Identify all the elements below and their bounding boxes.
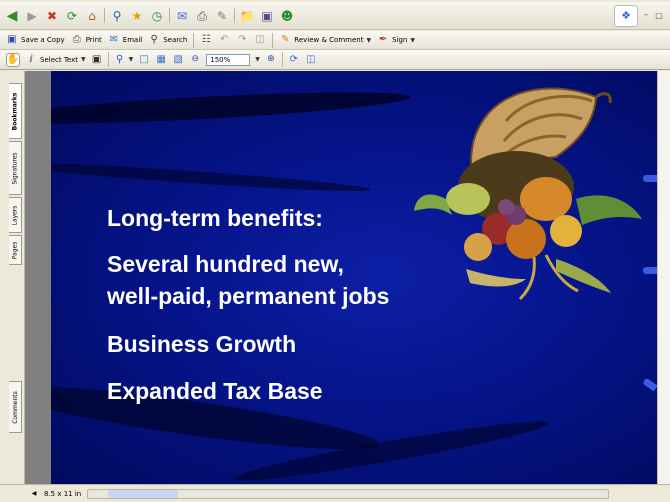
vertical-scrollbar[interactable] — [657, 71, 670, 484]
printer-icon: ⎙ — [72, 34, 81, 45]
review-comment-icon: ✎ — [281, 34, 290, 45]
slide-bullet-jobs-line2: well-paid, permanent jobs — [107, 283, 390, 309]
folder-icon[interactable]: 📁 — [239, 8, 255, 24]
rotate-icon[interactable]: ⟳ — [288, 54, 300, 66]
search-button[interactable]: ⚲ Search — [148, 34, 188, 46]
chevron-down-icon: ▼ — [80, 56, 86, 63]
reader-toolbar: ▣ Save a Copy ⎙ Print ✉ Email ⚲ Search ☷… — [0, 31, 670, 50]
zoom-tool-button[interactable]: ⚲ ▼ — [114, 53, 134, 66]
page-size-label: 8.5 x 11 in — [44, 489, 82, 498]
favorites-star-icon[interactable]: ★ — [129, 8, 145, 24]
tab-bookmarks-label: Bookmarks — [11, 92, 19, 130]
zoom-dropdown-icon[interactable]: ▼ — [255, 56, 260, 63]
slide-bullet-jobs-line1: Several hundred new, — [107, 251, 344, 277]
messenger-icon[interactable]: ☻ — [279, 8, 295, 24]
printer-icon[interactable]: ⎙ — [194, 8, 210, 24]
email-label: Email — [122, 36, 143, 44]
search-label: Search — [163, 36, 188, 44]
separator — [234, 8, 235, 23]
windows-logo-icon: ❖ — [614, 4, 638, 27]
back-icon[interactable]: ◀ — [4, 8, 20, 24]
scrollbar-thumb[interactable] — [108, 489, 179, 498]
separator — [193, 32, 195, 48]
tab-pages[interactable]: Pages — [9, 235, 22, 265]
snapshot-icon[interactable]: ▣ — [91, 54, 103, 66]
fit-width-icon[interactable]: ▧ — [172, 54, 184, 66]
refresh-icon[interactable]: ⟳ — [64, 8, 80, 24]
print-button[interactable]: ⎙ Print — [71, 34, 102, 46]
chevron-down-icon: ▼ — [410, 36, 415, 44]
decorative-swoosh — [51, 86, 412, 130]
cornucopia-image — [414, 87, 642, 301]
tab-layers[interactable]: Layers — [9, 197, 22, 233]
select-text-button[interactable]: ⅈ Select Text ▼ — [25, 53, 86, 66]
search-icon[interactable]: ⚲ — [109, 8, 125, 24]
page-size-arrow-icon: ◀ — [31, 489, 37, 497]
window-controls: ❖ – □ — [614, 4, 664, 27]
pen-icon: ✒ — [378, 34, 388, 45]
email-button[interactable]: ✉ Email — [108, 34, 143, 46]
separator — [272, 32, 274, 48]
save-copy-label: Save a Copy — [21, 36, 65, 44]
separator — [107, 52, 109, 67]
stop-icon[interactable]: ✖ — [44, 8, 60, 24]
review-comment-button[interactable]: ✎ Review & Comment ▼ — [279, 34, 371, 46]
tab-signatures[interactable]: Signatures — [9, 141, 22, 195]
mail-icon[interactable]: ✉ — [174, 8, 190, 24]
copy-icon[interactable]: ◫ — [254, 34, 266, 46]
edit-icon[interactable]: ✎ — [214, 8, 230, 24]
sign-button[interactable]: ✒ Sign ▼ — [377, 34, 415, 46]
sign-label: Sign — [392, 36, 408, 44]
navigation-panel-tabs: Bookmarks Signatures Layers Pages Commen… — [0, 71, 25, 484]
email-icon: ✉ — [109, 34, 118, 45]
zoom-level-value: 150% — [210, 55, 231, 64]
forward-icon[interactable]: ▶ — [24, 8, 40, 24]
tools-toolbar: ✋ ⅈ Select Text ▼ ▣ ⚲ ▼ □ ▦ ▧ ⊖ 150% ▼ ⊕… — [0, 50, 670, 70]
slide-bullet-tax-base: Expanded Tax Base — [107, 378, 323, 404]
status-bar: ◀ 8.5 x 11 in — [0, 484, 670, 502]
slide-heading: Long-term benefits: — [107, 205, 323, 231]
print-label: Print — [85, 36, 102, 44]
decorative-dash — [642, 377, 657, 392]
chevron-down-icon: ▼ — [128, 56, 134, 63]
page-layout-icon[interactable]: ◫ — [305, 54, 317, 66]
hand-tool-icon[interactable]: ✋ — [6, 52, 20, 67]
review-comment-label: Review & Comment — [294, 36, 364, 44]
tab-bookmarks[interactable]: Bookmarks — [9, 83, 22, 139]
tab-comments[interactable]: Comments — [9, 381, 22, 433]
chevron-down-icon: ▼ — [366, 36, 372, 44]
tab-pages-label: Pages — [11, 241, 19, 259]
zoom-in-icon[interactable]: ⊕ — [265, 54, 277, 66]
floppy-disk-icon: ▣ — [7, 34, 17, 45]
redo-icon[interactable]: ↷ — [236, 34, 248, 46]
minimize-icon[interactable]: – — [641, 8, 651, 24]
separator — [281, 52, 283, 67]
select-text-label: Select Text — [40, 55, 78, 64]
text-cursor-icon: ⅈ — [29, 53, 33, 65]
home-icon[interactable]: ⌂ — [84, 8, 100, 24]
attach-icon[interactable]: ☷ — [200, 34, 212, 46]
undo-icon[interactable]: ↶ — [218, 34, 230, 46]
history-icon[interactable]: ◷ — [149, 8, 165, 24]
separator — [169, 8, 170, 23]
horizontal-scrollbar[interactable] — [87, 488, 610, 499]
fit-page-icon[interactable]: ▦ — [155, 54, 167, 66]
research-icon[interactable]: ▣ — [259, 8, 275, 24]
binoculars-icon: ⚲ — [150, 34, 158, 45]
document-view[interactable]: Long-term benefits: Several hundred new,… — [25, 71, 658, 484]
zoom-out-icon[interactable]: ⊖ — [189, 54, 201, 66]
tab-comments-label: Comments — [11, 390, 19, 424]
slide-bullet-business-growth: Business Growth — [107, 331, 297, 357]
slide-page: Long-term benefits: Several hundred new,… — [51, 71, 657, 484]
tab-signatures-label: Signatures — [11, 151, 19, 185]
decorative-swoosh — [51, 158, 371, 196]
actual-size-icon[interactable]: □ — [138, 54, 150, 66]
restore-icon[interactable]: □ — [654, 8, 664, 24]
zoom-level-input[interactable]: 150% — [206, 53, 251, 66]
browser-toolbar: ◀ ▶ ✖ ⟳ ⌂ ⚲ ★ ◷ ✉ ⎙ ✎ 📁 ▣ ☻ ❖ – □ — [0, 2, 670, 30]
separator — [104, 8, 105, 23]
save-copy-button[interactable]: ▣ Save a Copy — [6, 34, 65, 46]
tab-layers-label: Layers — [11, 205, 19, 225]
magnifier-icon: ⚲ — [115, 53, 124, 65]
